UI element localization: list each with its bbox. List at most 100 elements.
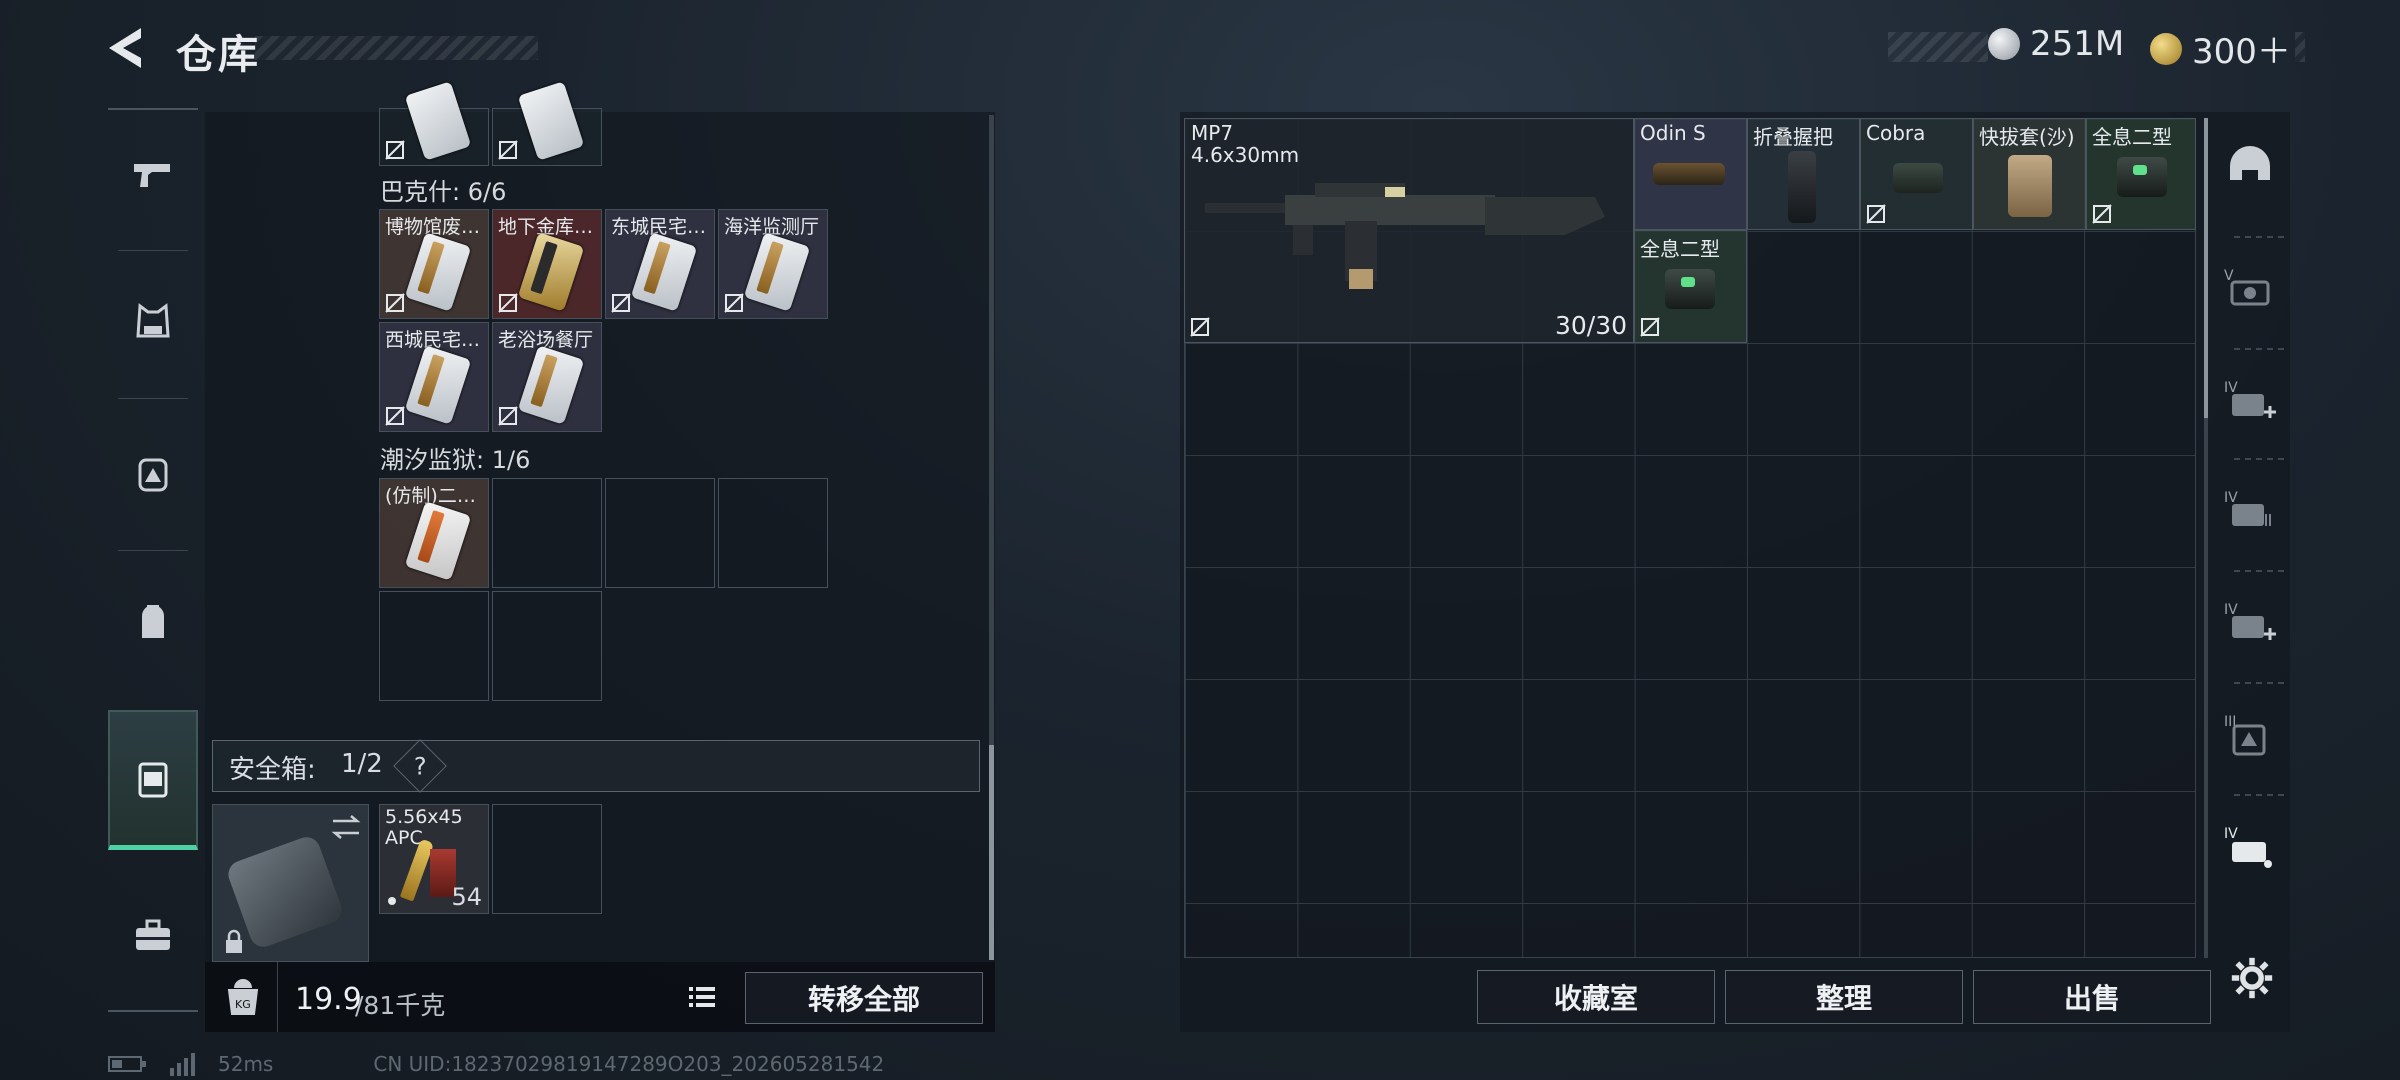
item-name: 5.56x45 APC [385, 807, 485, 849]
keycard-image [404, 81, 472, 161]
nav-toolbox[interactable] [108, 870, 198, 1000]
currency-silver[interactable]: 251M [1988, 24, 2124, 64]
help-button[interactable]: ? [393, 739, 447, 793]
stash-item-keycard[interactable]: 海洋监测厅 [718, 209, 828, 319]
weapon-mp7[interactable]: MP7 4.6x30mm 30/30 [1184, 118, 1634, 343]
equip-slot-backpack-add[interactable]: IV [2210, 352, 2290, 452]
no-insurance-icon [1866, 204, 1886, 224]
stash-item-card[interactable] [492, 81, 602, 166]
stash-item-keycard[interactable]: 东城民宅… [605, 209, 715, 319]
nav-armor[interactable] [108, 258, 198, 388]
attachment-name: Odin S [1640, 121, 1706, 145]
safe-box-ammo-item[interactable]: 5.56x45 APC 54 [379, 804, 489, 914]
keycard-image [517, 81, 585, 161]
safe-box-icon [138, 762, 168, 797]
empty-slot[interactable] [492, 478, 602, 588]
swap-icon[interactable] [329, 813, 363, 841]
attachment-odin-s[interactable]: Odin S [1634, 118, 1747, 230]
empty-slot[interactable] [605, 478, 715, 588]
list-view-icon[interactable] [687, 982, 717, 1012]
transfer-all-button[interactable]: 转移全部 [745, 972, 983, 1024]
attachment-holographic-2[interactable]: 全息二型 [2086, 118, 2196, 230]
empty-slot[interactable] [379, 591, 489, 701]
attachment-name: 全息二型 [2092, 125, 2172, 149]
keycard-image [404, 232, 472, 312]
no-insurance-icon [611, 293, 631, 313]
nav-divider [118, 550, 188, 551]
keycard-image [630, 232, 698, 312]
no-insurance-icon [2092, 204, 2112, 224]
sort-button[interactable]: 整理 [1725, 970, 1963, 1024]
no-insurance-icon [724, 293, 744, 313]
currency-decoration-right [2295, 32, 2305, 62]
container-scrollbar[interactable] [2204, 118, 2208, 958]
container-scrollbar-thumb[interactable] [2204, 118, 2208, 418]
no-insurance-icon [498, 293, 518, 313]
nav-divider [2234, 458, 2284, 460]
attachment-foldable-grip[interactable]: 折叠握把 [1747, 118, 1860, 230]
nav-weapons[interactable] [108, 110, 198, 240]
stash-item-card[interactable] [379, 81, 489, 166]
empty-slot[interactable] [492, 591, 602, 701]
keycard-image [743, 232, 811, 312]
backpack-icon [142, 605, 164, 638]
nav-safe-box[interactable] [108, 710, 198, 850]
no-insurance-icon [1640, 317, 1660, 337]
svg-text:IV: IV [2224, 380, 2238, 396]
safe-box-count: 1/2 [341, 749, 383, 779]
title-decoration [255, 36, 538, 60]
svg-text:IV: IV [2224, 826, 2238, 842]
svg-text:KG: KG [235, 998, 251, 1011]
equip-slot-container-iii[interactable]: III [2210, 686, 2290, 786]
attachment-cobra[interactable]: Cobra [1860, 118, 1973, 230]
chest-rig-tier-iv-add-icon: IV [2224, 602, 2276, 640]
holster-image [2008, 155, 2052, 217]
nav-divider [2234, 682, 2284, 684]
weapon-ammo: 30/30 [1554, 311, 1627, 340]
weight-current: 19.9 [295, 982, 362, 1017]
no-insurance-icon [385, 406, 405, 426]
stash-item-keycard[interactable]: 老浴场餐厅 [492, 322, 602, 432]
settings-button[interactable] [2224, 950, 2280, 1006]
equip-slot-helmet[interactable] [2210, 118, 2290, 218]
empty-slot[interactable] [492, 804, 602, 914]
safe-box-slot[interactable] [212, 804, 369, 962]
currency-gold-value: 300＋ [2192, 32, 2291, 72]
ammo-tier-dot [388, 897, 396, 905]
keycard-image [517, 232, 585, 312]
nav-backpack[interactable] [108, 558, 198, 688]
stash-scrollbar[interactable] [989, 115, 994, 960]
settings-gear-icon [2231, 957, 2273, 999]
collection-room-button[interactable]: 收藏室 [1477, 970, 1715, 1024]
helmet-icon [2230, 146, 2270, 180]
currency-gold[interactable]: 300＋ [2150, 24, 2291, 73]
attachment-holographic-2-spare[interactable]: 全息二型 [1634, 230, 1747, 343]
stash-item-keycard[interactable]: 西城民宅… [379, 322, 489, 432]
equip-slot-chest-rig-add[interactable]: IV [2210, 574, 2290, 674]
stash-item-keycard[interactable]: 地下金库… [492, 209, 602, 319]
holo-sight-image [1665, 269, 1715, 309]
back-arrow-icon[interactable] [105, 24, 145, 72]
equip-slot-armor[interactable]: V [2210, 240, 2290, 340]
no-insurance-icon [385, 140, 405, 160]
weight-max: /81千克 [355, 991, 446, 1020]
nav-divider [2234, 570, 2284, 572]
stash-scrollbar-thumb[interactable] [989, 745, 994, 960]
keycard-image [517, 345, 585, 425]
safe-box-label: 安全箱: [229, 755, 316, 785]
empty-slot[interactable] [718, 478, 828, 588]
ammo-name-line1: 5.56x45 [385, 807, 463, 828]
sell-button[interactable]: 出售 [1973, 970, 2211, 1024]
stash-item-keycard[interactable]: (仿制)二… [379, 478, 489, 588]
nav-tactical-backpack[interactable] [108, 408, 198, 538]
equip-slot-backpack[interactable]: IV [2210, 462, 2290, 562]
nav-divider [2234, 236, 2284, 238]
section-label-bakeshi: 巴克什: 6/6 [380, 178, 507, 206]
stash-item-keycard[interactable]: 博物馆废… [379, 209, 489, 319]
attachment-quick-holster[interactable]: 快拔套(沙) [1973, 118, 2086, 230]
toolbox-icon [136, 919, 170, 950]
backpack-tier-iv-icon: IV [2224, 490, 2271, 526]
equip-slot-container-iv[interactable]: IV [2210, 798, 2290, 898]
container-tier-iv-icon: IV [2224, 826, 2272, 868]
lock-icon [226, 929, 242, 953]
